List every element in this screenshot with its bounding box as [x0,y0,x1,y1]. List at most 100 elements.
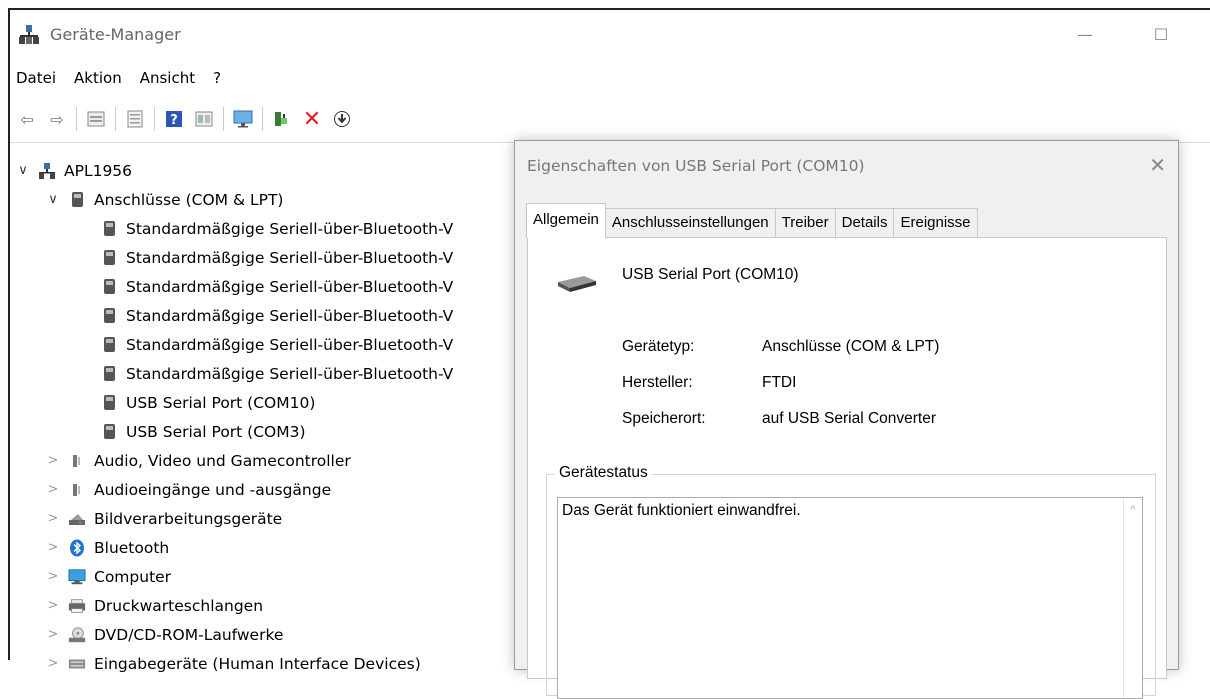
location-label: Speicherort: [622,410,706,427]
tree-item-label: USB Serial Port (COM3) [126,422,306,441]
device-tree: ∨ APL1956 ∨ Anschlüsse (COM & LPT) Stand… [10,156,530,678]
tree-category-label: DVD/CD-ROM-Laufwerke [94,625,284,644]
chevron-right-icon[interactable]: > [46,627,60,642]
tree-item-port[interactable]: USB Serial Port (COM10) [10,388,530,417]
scroll-up-icon[interactable]: ^ [1124,504,1142,516]
monitor-icon [68,568,86,586]
update-view-icon[interactable] [124,108,146,130]
manufacturer-value: FTDI [762,374,797,391]
chevron-down-icon[interactable]: ∨ [46,192,60,207]
dialog-title: Eigenschaften von USB Serial Port (COM10… [527,157,865,175]
tree-item-label: Standardmäßgige Seriell-über-Bluetooth-V [126,364,454,383]
chevron-right-icon[interactable]: > [46,540,60,555]
tree-category-audio-io[interactable]: > Audioeingänge und -ausgänge [10,475,530,504]
properties-dialog: Eigenschaften von USB Serial Port (COM10… [514,140,1179,699]
properties-icon[interactable] [85,108,107,130]
device-status-text: Das Gerät funktioniert einwandfrei. [562,502,801,519]
chevron-right-icon[interactable]: > [46,453,60,468]
tree-category-printers[interactable]: > Druckwarteschlangen [10,591,530,620]
tree-item-label: USB Serial Port (COM10) [126,393,316,412]
tree-category-audio-video[interactable]: > Audio, Video und Gamecontroller [10,446,530,475]
window-title: Geräte-Manager [50,25,181,44]
toolbar: ⇦ ⇨ ? ✕ [10,104,1210,134]
tab-treiber[interactable]: Treiber [774,208,836,237]
serial-port-icon [100,365,118,383]
download-icon[interactable] [331,108,353,130]
toolbar-separator [76,107,77,131]
tab-details[interactable]: Details [834,208,895,237]
tree-category-ports[interactable]: ∨ Anschlüsse (COM & LPT) [10,185,530,214]
serial-port-icon [100,336,118,354]
serial-port-icon [100,307,118,325]
add-driver-icon[interactable] [271,108,293,130]
tree-category-label: Bluetooth [94,538,170,557]
tree-category-dvd[interactable]: > DVD/CD-ROM-Laufwerke [10,620,530,649]
tree-item-port[interactable]: Standardmäßgige Seriell-über-Bluetooth-V [10,301,530,330]
tree-item-label: Standardmäßgige Seriell-über-Bluetooth-V [126,248,454,267]
port-category-icon [68,191,86,209]
serial-port-icon [100,220,118,238]
forward-arrow-icon[interactable]: ⇨ [46,108,68,130]
tree-root[interactable]: ∨ APL1956 [10,156,530,185]
chevron-right-icon[interactable]: > [46,656,60,671]
monitor-icon[interactable] [232,108,254,130]
chevron-down-icon[interactable]: ∨ [16,163,30,178]
chevron-right-icon[interactable]: > [46,511,60,526]
tree-item-port[interactable]: USB Serial Port (COM3) [10,417,530,446]
tree-item-port[interactable]: Standardmäßgige Seriell-über-Bluetooth-V [10,243,530,272]
maximize-button[interactable]: ☐ [1146,20,1176,50]
device-status-title: Gerätestatus [555,464,652,482]
tree-item-port[interactable]: Standardmäßgige Seriell-über-Bluetooth-V [10,272,530,301]
help-icon[interactable]: ? [163,108,185,130]
minimize-button[interactable]: — [1070,20,1100,50]
menu-datei[interactable]: Datei [10,66,65,92]
menu-aktion[interactable]: Aktion [65,66,131,92]
menu-help[interactable]: ? [204,66,230,92]
tab-strip: Allgemein Anschlusseinstellungen Treiber… [526,203,978,238]
tree-category-bluetooth[interactable]: > Bluetooth [10,533,530,562]
computer-root-icon [38,162,56,180]
serial-port-icon [100,249,118,267]
device-type-label: Gerätetyp: [622,338,695,355]
serial-port-device-icon [558,276,596,292]
device-status-textbox[interactable]: Das Gerät funktioniert einwandfrei. ^ [557,497,1143,699]
disc-drive-icon [68,626,86,644]
tree-category-label: Eingabegeräte (Human Interface Devices) [94,654,421,673]
tree-item-label: Standardmäßgige Seriell-über-Bluetooth-V [126,306,454,325]
location-value: auf USB Serial Converter [762,410,937,427]
svg-text:?: ? [170,113,178,128]
close-icon[interactable]: ✕ [1149,153,1166,177]
keyboard-icon [68,655,86,673]
menu-ansicht[interactable]: Ansicht [131,66,204,92]
tree-category-label: Bildverarbeitungsgeräte [94,509,283,528]
view-icon[interactable] [193,108,215,130]
toolbar-separator [115,107,116,131]
back-arrow-icon[interactable]: ⇦ [16,108,38,130]
chevron-right-icon[interactable]: > [46,482,60,497]
tab-anschlusseinstellungen[interactable]: Anschlusseinstellungen [604,208,776,237]
chevron-right-icon[interactable]: > [46,569,60,584]
tree-item-port[interactable]: Standardmäßgige Seriell-über-Bluetooth-V [10,359,530,388]
uninstall-icon[interactable]: ✕ [301,107,323,132]
tree-category-imaging[interactable]: > Bildverarbeitungsgeräte [10,504,530,533]
tree-category-label: Druckwarteschlangen [94,596,264,615]
serial-port-icon [100,423,118,441]
tree-category-label: Computer [94,567,172,586]
tree-item-label: Standardmäßgige Seriell-über-Bluetooth-V [126,219,454,238]
tab-ereignisse[interactable]: Ereignisse [893,208,978,237]
tree-root-label: APL1956 [64,161,133,180]
tree-category-label: Audio, Video und Gamecontroller [94,451,351,470]
tree-category-computer[interactable]: > Computer [10,562,530,591]
tree-category-label: Audioeingänge und -ausgänge [94,480,332,499]
device-status-group: Gerätestatus Das Gerät funktioniert einw… [546,464,1156,699]
status-scrollbar[interactable]: ^ [1123,498,1142,698]
chevron-right-icon[interactable]: > [46,598,60,613]
tab-allgemein[interactable]: Allgemein [526,203,606,238]
toolbar-separator [262,107,263,131]
tree-item-label: Standardmäßgige Seriell-über-Bluetooth-V [126,335,454,354]
speaker-icon [68,481,86,499]
tree-category-hid[interactable]: > Eingabegeräte (Human Interface Devices… [10,649,530,678]
camera-icon [68,510,86,528]
tree-item-port[interactable]: Standardmäßgige Seriell-über-Bluetooth-V [10,330,530,359]
tree-item-port[interactable]: Standardmäßgige Seriell-über-Bluetooth-V [10,214,530,243]
